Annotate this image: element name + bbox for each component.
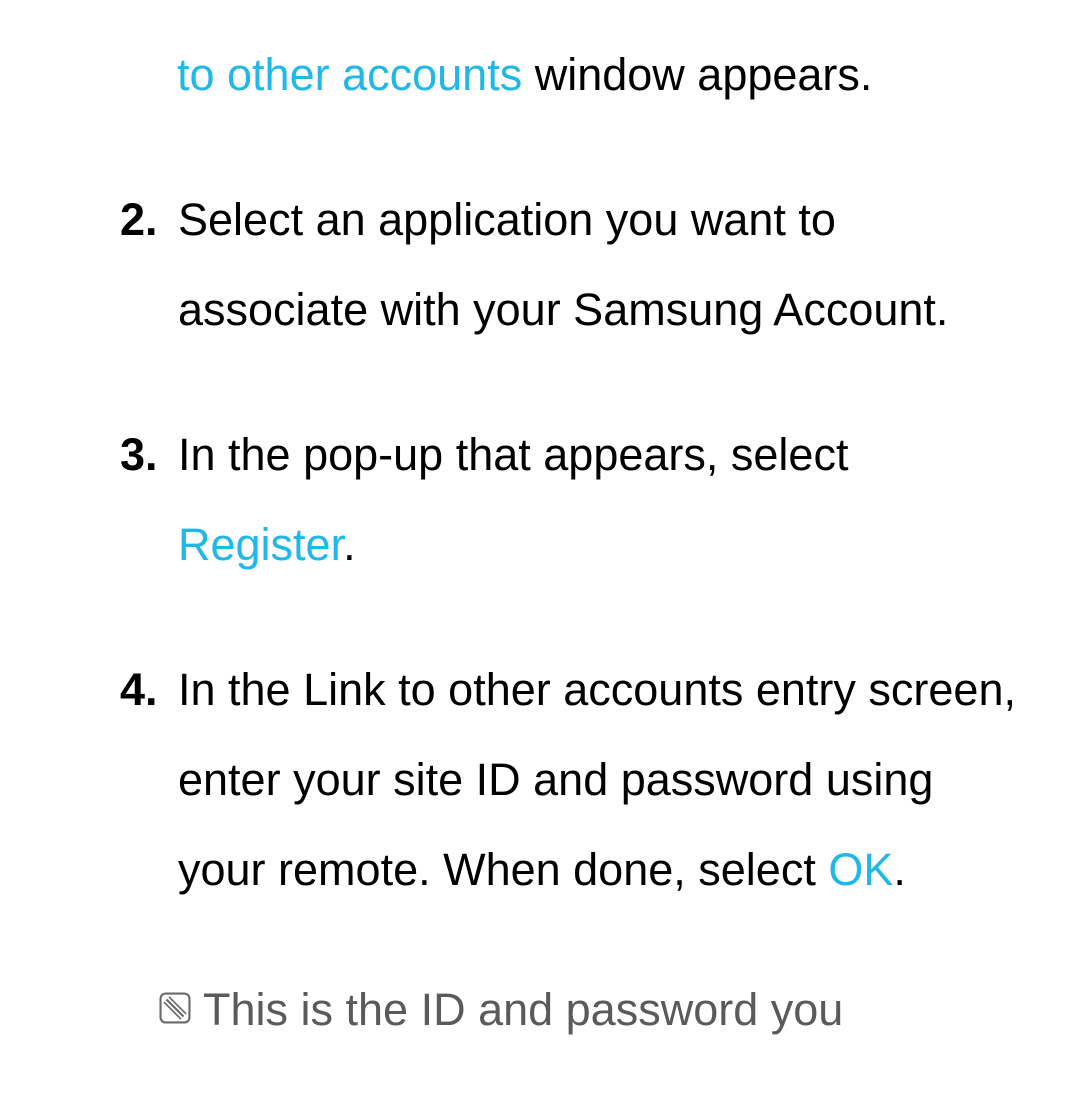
note: This is the ID and password you: [120, 965, 1020, 1055]
step-number: 4.: [120, 645, 178, 735]
register-link: Register: [178, 519, 343, 570]
step-pre: In the pop-up that appears, select: [178, 429, 848, 480]
step-text: Select an application you want to associ…: [178, 175, 1020, 355]
step-text: In the Link to other accounts entry scre…: [178, 645, 1020, 915]
step-number: 3.: [120, 410, 178, 500]
step-3: 3. In the pop-up that appears, select Re…: [120, 410, 1020, 590]
note-text: This is the ID and password you: [203, 965, 1020, 1055]
step-post: .: [343, 519, 356, 570]
note-icon: [158, 965, 203, 1025]
step-4: 4. In the Link to other accounts entry s…: [120, 645, 1020, 915]
continuation-line: to other accounts window appears.: [120, 30, 1020, 120]
step-text: In the pop-up that appears, select Regis…: [178, 410, 1020, 590]
step-number: 2.: [120, 175, 178, 265]
fragment-rest: window appears.: [522, 49, 872, 100]
step-post: .: [893, 844, 906, 895]
ok-link: OK: [828, 844, 893, 895]
step-2: 2. Select an application you want to ass…: [120, 175, 1020, 355]
link-to-other-accounts: to other accounts: [177, 49, 522, 100]
